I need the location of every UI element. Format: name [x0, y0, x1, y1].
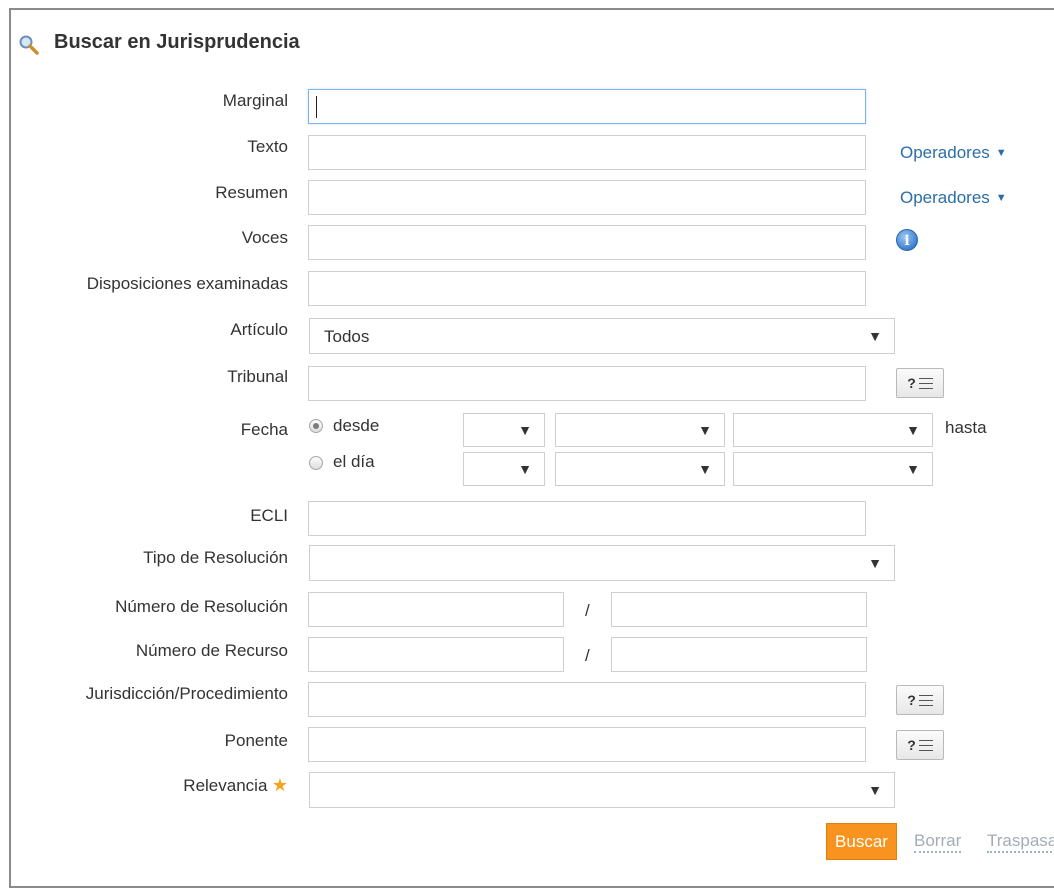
- list-icon: [918, 694, 933, 706]
- caret-down-icon: ▼: [995, 192, 1007, 204]
- transfer-button-clip: Traspasar: [987, 823, 1054, 863]
- texto-operadores-link[interactable]: Operadores ▼: [900, 143, 1007, 163]
- articulo-select[interactable]: Todos ▼: [309, 318, 895, 354]
- fecha-desde-radio[interactable]: [309, 419, 323, 433]
- help-icon: ?: [907, 375, 916, 391]
- list-icon: [918, 739, 933, 751]
- fecha-label: Fecha: [240, 420, 288, 439]
- search-button[interactable]: Buscar: [826, 823, 897, 860]
- fecha-desde-dia-select[interactable]: ▼: [463, 413, 545, 447]
- tribunal-help-list-button[interactable]: ?: [896, 368, 944, 398]
- fecha-el-dia-radio[interactable]: [309, 456, 323, 470]
- dropdown-arrow-icon: ▼: [906, 461, 920, 477]
- panel-title: Buscar en Jurisprudencia: [54, 31, 300, 53]
- dropdown-arrow-icon: ▼: [698, 461, 712, 477]
- disposiciones-label: Disposiciones examinadas: [86, 274, 288, 293]
- transfer-button[interactable]: Traspasar: [987, 831, 1054, 853]
- fecha-dia-select[interactable]: ▼: [463, 452, 545, 486]
- help-icon: ?: [907, 737, 916, 753]
- numero-recurso-year-input[interactable]: [611, 637, 867, 672]
- tribunal-input[interactable]: [308, 366, 866, 401]
- dropdown-arrow-icon: ▼: [698, 422, 712, 438]
- tipo-resolucion-select[interactable]: ▼: [309, 545, 895, 581]
- ponente-input[interactable]: [308, 727, 866, 762]
- relevancia-label-group: Relevancia ★: [8, 775, 288, 796]
- fecha-anio-select[interactable]: ▼: [733, 452, 933, 486]
- texto-input[interactable]: [308, 135, 866, 170]
- dropdown-arrow-icon: ▼: [906, 422, 920, 438]
- voces-label: Voces: [241, 228, 288, 247]
- resumen-operadores-link[interactable]: Operadores ▼: [900, 188, 1007, 208]
- dropdown-arrow-icon: ▼: [868, 782, 882, 798]
- dropdown-arrow-icon: ▼: [518, 461, 532, 477]
- info-icon[interactable]: i: [896, 229, 918, 251]
- voces-input[interactable]: [308, 225, 866, 260]
- text-caret: [316, 96, 317, 118]
- fecha-el-dia-label: el día: [333, 452, 375, 471]
- numero-recurso-label: Número de Recurso: [135, 641, 288, 660]
- ponente-label: Ponente: [224, 731, 288, 750]
- numero-recurso-input[interactable]: [308, 637, 564, 672]
- relevancia-select[interactable]: ▼: [309, 772, 895, 808]
- disposiciones-input[interactable]: [308, 271, 866, 306]
- help-icon: ?: [907, 692, 916, 708]
- caret-down-icon: ▼: [995, 147, 1007, 159]
- jurisdiccion-input[interactable]: [308, 682, 866, 717]
- search-icon: [19, 35, 39, 55]
- star-icon: ★: [271, 775, 288, 795]
- ponente-help-list-button[interactable]: ?: [896, 730, 944, 760]
- marginal-input[interactable]: [308, 89, 866, 124]
- list-icon: [918, 377, 933, 389]
- fecha-mes-select[interactable]: ▼: [555, 452, 725, 486]
- fecha-desde-anio-select[interactable]: ▼: [733, 413, 933, 447]
- tipo-resolucion-label: Tipo de Resolución: [143, 548, 288, 567]
- fecha-desde-label: desde: [333, 416, 380, 435]
- articulo-label: Artículo: [230, 320, 288, 339]
- numero-resolucion-year-input[interactable]: [611, 592, 867, 627]
- resumen-label: Resumen: [215, 183, 288, 202]
- numero-resolucion-label: Número de Resolución: [115, 597, 288, 616]
- dropdown-arrow-icon: ▼: [518, 422, 532, 438]
- tribunal-label: Tribunal: [227, 367, 288, 386]
- dropdown-arrow-icon: ▼: [868, 328, 882, 344]
- resumen-input[interactable]: [308, 180, 866, 215]
- clear-button[interactable]: Borrar: [914, 831, 962, 853]
- jurisdiccion-label: Jurisdicción/Procedimiento: [85, 684, 288, 703]
- ecli-input[interactable]: [308, 501, 866, 536]
- dropdown-arrow-icon: ▼: [868, 555, 882, 571]
- fecha-desde-mes-select[interactable]: ▼: [555, 413, 725, 447]
- marginal-label: Marginal: [222, 91, 288, 110]
- relevancia-label: Relevancia: [183, 776, 268, 795]
- fecha-hasta-label: hasta: [945, 418, 987, 437]
- numero-recurso-separator: /: [585, 646, 590, 665]
- articulo-selected-value: Todos: [324, 327, 370, 346]
- numero-resolucion-separator: /: [585, 601, 590, 620]
- texto-label: Texto: [247, 137, 288, 156]
- ecli-label: ECLI: [250, 506, 288, 525]
- jurisdiccion-help-list-button[interactable]: ?: [896, 685, 944, 715]
- numero-resolucion-input[interactable]: [308, 592, 564, 627]
